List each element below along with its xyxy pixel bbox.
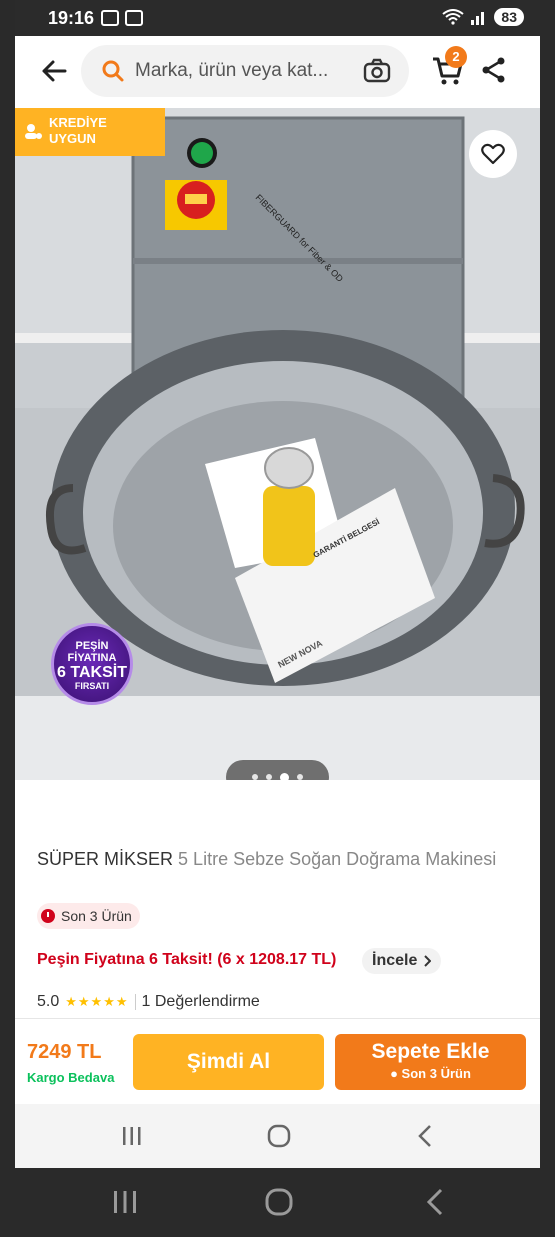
stock-label: Son 3 Ürün <box>61 908 132 924</box>
page-dot[interactable] <box>297 774 303 780</box>
screenshot-icon <box>125 10 143 26</box>
credit-eligible-badge: KREDİYE UYGUN <box>15 108 165 156</box>
add-to-cart-stock: ● Son 3 Ürün <box>390 1066 471 1081</box>
camera-search-icon[interactable] <box>363 58 391 84</box>
android-nav-bar <box>15 1104 540 1168</box>
installment-details-link[interactable]: İncele <box>362 948 442 974</box>
search-icon <box>102 60 124 82</box>
rating-stars: ★★★★★ <box>65 994 129 1009</box>
divider <box>134 994 136 1010</box>
credit-badge-line1: KREDİYE <box>49 115 107 130</box>
promo-line4: FIRSATI <box>74 681 110 691</box>
page-dot-active[interactable] <box>280 772 289 780</box>
product-title: SÜPER MİKSER 5 Litre Sebze Soğan Doğrama… <box>37 846 507 872</box>
search-input[interactable] <box>135 45 353 97</box>
purchase-bar: 7249 TL Kargo Bedava Şimdi Al Sepete Ekl… <box>15 1018 540 1104</box>
back-icon[interactable] <box>426 1188 444 1216</box>
chevron-right-icon <box>424 955 432 967</box>
top-bar: 2 <box>15 36 540 108</box>
home-icon[interactable] <box>265 1188 293 1216</box>
status-bar: 19:16 83 <box>15 0 540 36</box>
credit-icon <box>25 124 42 139</box>
low-stock-badge: Son 3 Ürün <box>37 903 140 929</box>
promo-line2: FİYATINA <box>67 652 117 664</box>
heart-icon <box>481 143 505 165</box>
status-time: 19:16 <box>48 8 95 28</box>
page-dot[interactable] <box>266 774 272 780</box>
favorite-button[interactable] <box>469 130 517 178</box>
back-arrow-icon[interactable] <box>39 56 69 86</box>
share-icon[interactable] <box>481 56 507 84</box>
outer-system-nav <box>0 1168 555 1237</box>
recent-apps-icon[interactable] <box>112 1190 138 1214</box>
add-to-cart-button[interactable]: Sepete Ekle ● Son 3 Ürün <box>335 1034 526 1090</box>
free-shipping-label: Kargo Bedava <box>27 1070 115 1085</box>
product-price: 7249 TL <box>27 1041 102 1063</box>
home-icon[interactable] <box>267 1124 291 1148</box>
product-brand[interactable]: SÜPER MİKSER <box>37 849 173 869</box>
search-bar[interactable] <box>81 45 409 97</box>
page-dot[interactable] <box>252 774 258 780</box>
gallery-page-indicator[interactable] <box>226 760 329 780</box>
review-count[interactable]: 1 Değerlendirme <box>142 993 260 1011</box>
recent-apps-icon[interactable] <box>121 1126 143 1146</box>
back-icon[interactable] <box>417 1124 433 1148</box>
promo-line1: PEŞİN <box>75 640 109 652</box>
credit-badge-line2: UYGUN <box>49 131 96 146</box>
promo-line3: 6 TAKSİT <box>57 664 127 681</box>
product-name: 5 Litre Sebze Soğan Doğrama Makinesi <box>178 849 497 869</box>
add-to-cart-label: Sepete Ekle <box>371 1040 490 1063</box>
clock-icon <box>41 909 55 923</box>
signal-icon <box>471 12 485 25</box>
installment-promo-badge: PEŞİN FİYATINA 6 TAKSİT FIRSATI <box>51 623 133 705</box>
rating-summary[interactable]: 5.0 ★★★★★ 1 Değerlendirme <box>37 993 260 1011</box>
details-link-label: İncele <box>372 952 418 969</box>
battery-indicator: 83 <box>494 8 524 26</box>
app-frame: 19:16 83 2 FIBE <box>15 0 540 1168</box>
buy-now-button[interactable]: Şimdi Al <box>133 1034 324 1090</box>
product-image-gallery[interactable]: FIBERGUARD for Fiber & OD GARANTİ BELGES… <box>15 108 540 780</box>
status-right: 83 <box>442 8 524 26</box>
wifi-icon <box>442 9 465 25</box>
rating-value: 5.0 <box>37 993 60 1010</box>
notification-icon <box>101 10 119 26</box>
cart-count-badge: 2 <box>445 46 467 68</box>
installment-offer: Peşin Fiyatına 6 Taksit! (6 x 1208.17 TL… <box>37 951 337 968</box>
